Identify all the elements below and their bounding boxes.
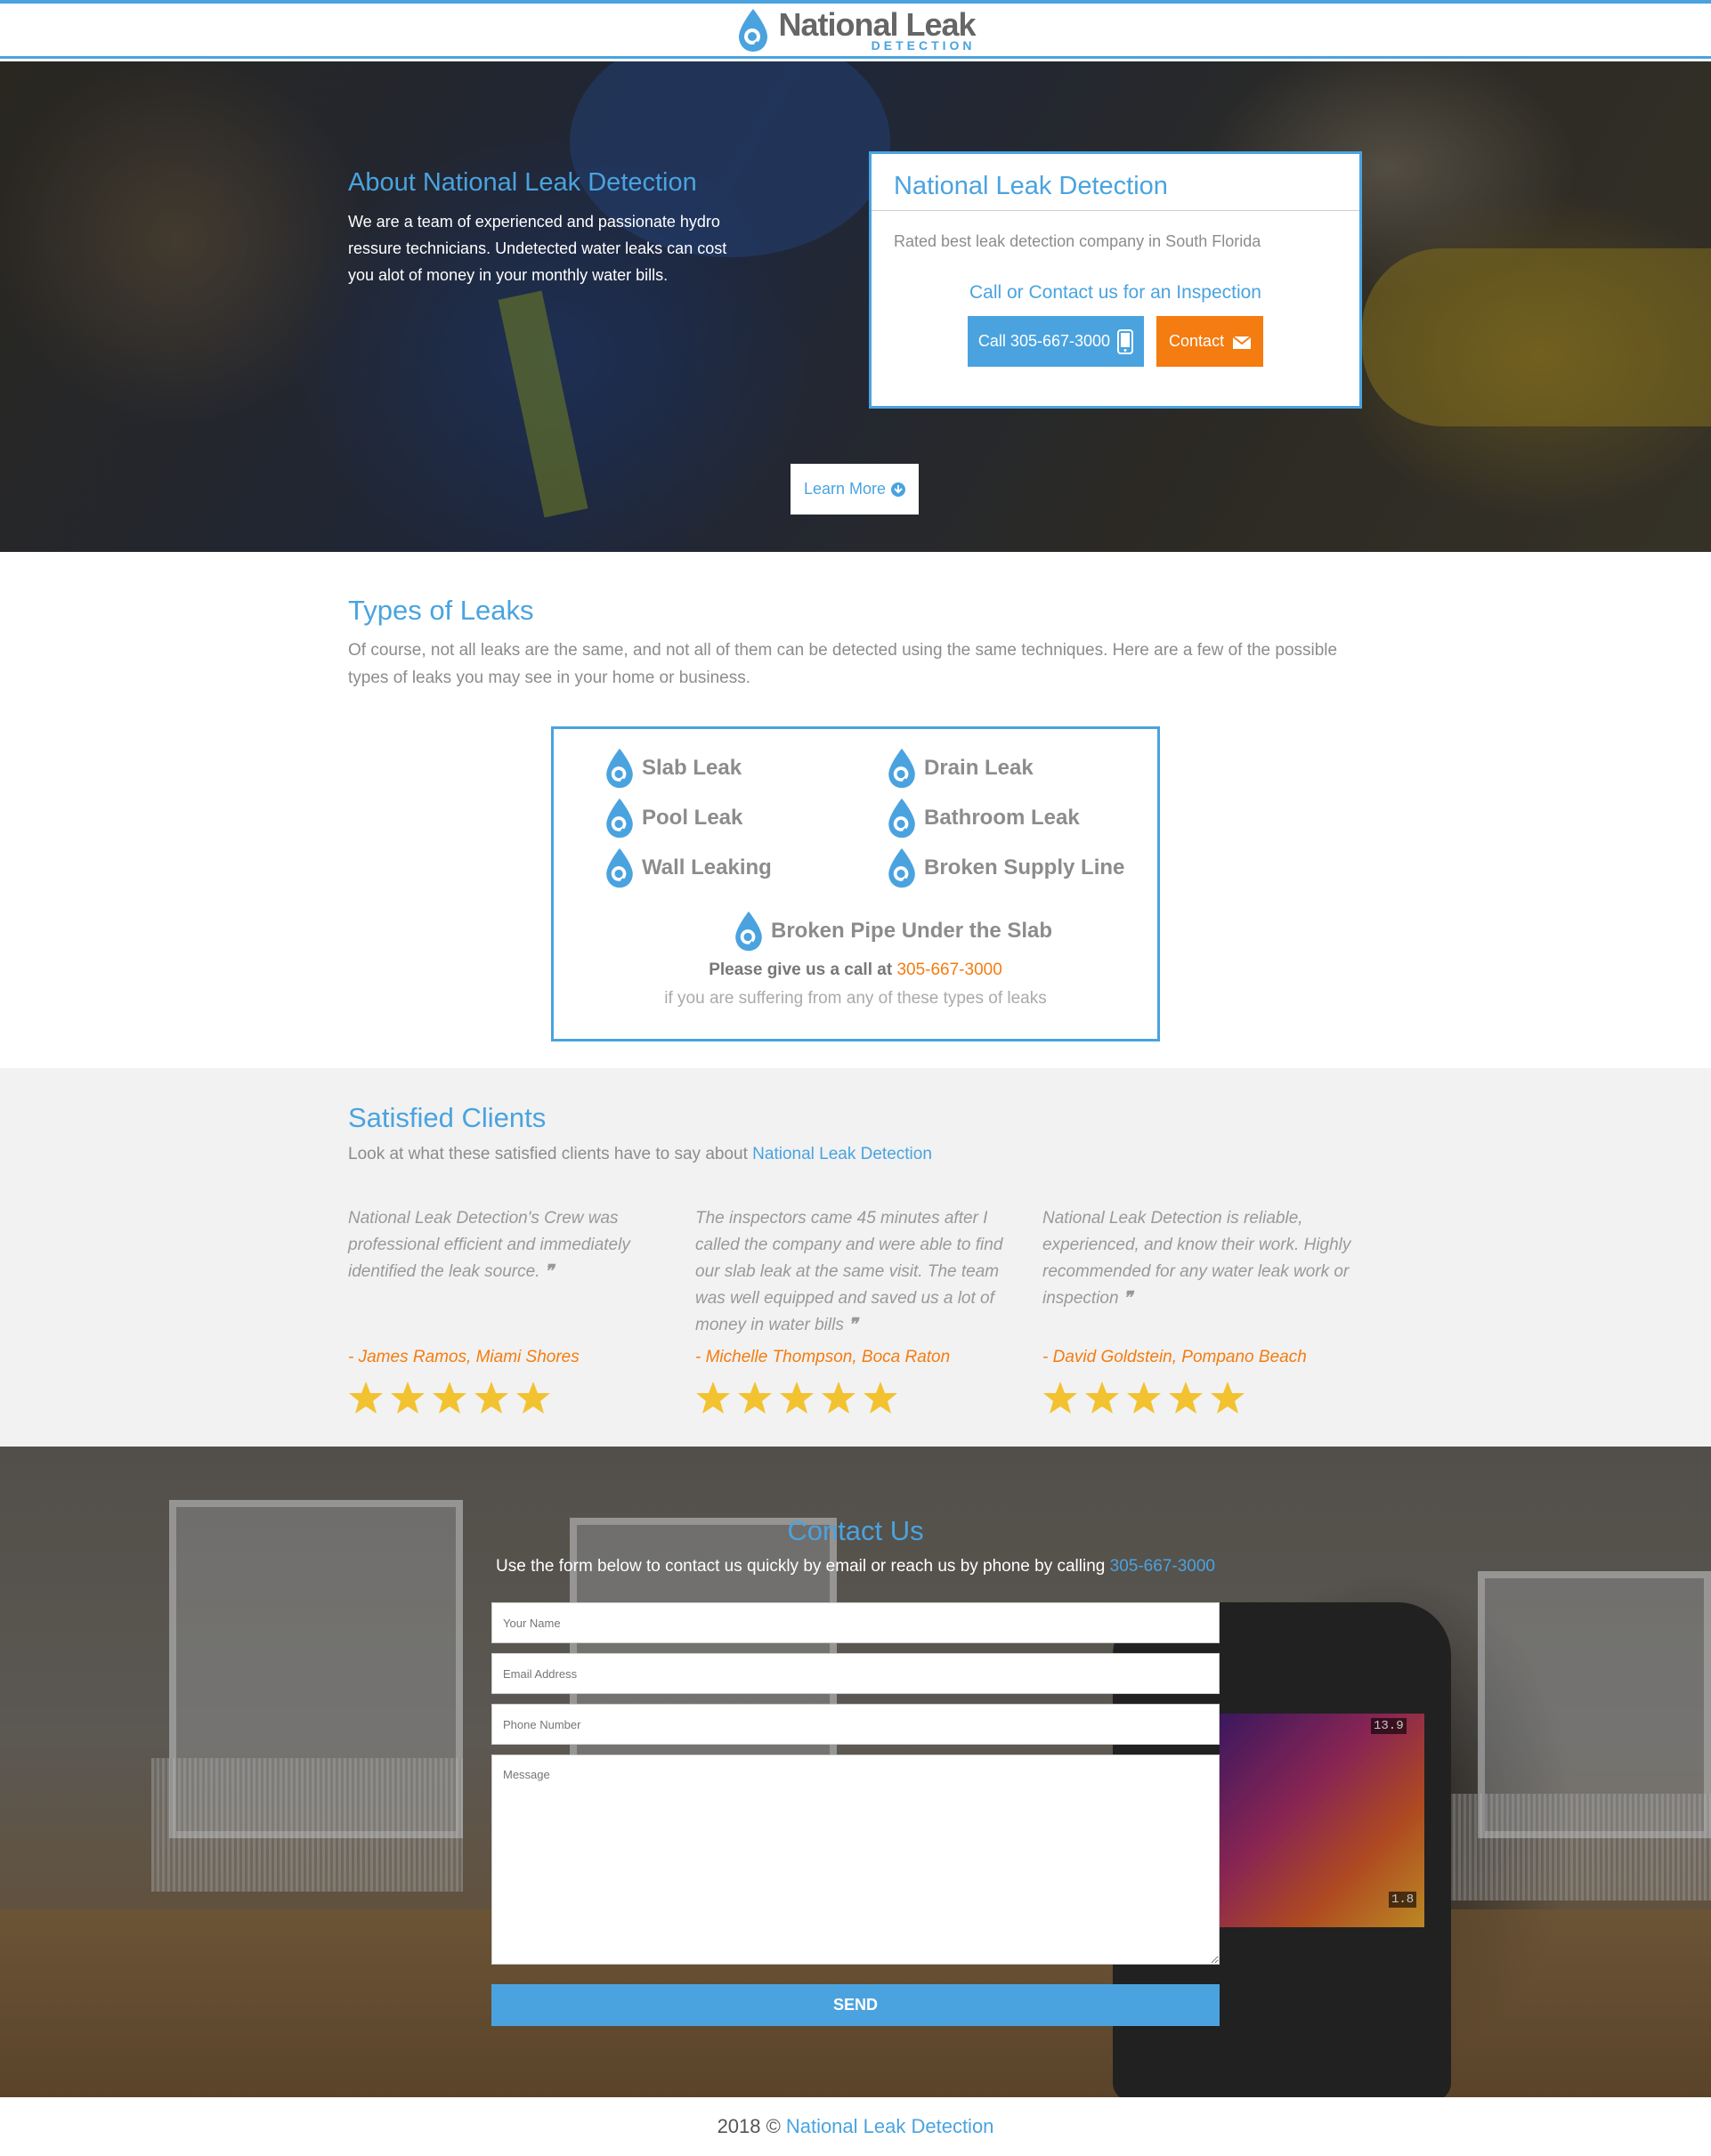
logo-sub-text: DETECTION [871, 37, 976, 53]
review-author: - David Goldstein, Pompano Beach [1042, 1348, 1307, 1366]
review-text: National Leak Detection is reliable, exp… [1042, 1209, 1351, 1308]
drop-magnifier-icon [603, 847, 637, 889]
email-field[interactable] [491, 1653, 1220, 1694]
call-button[interactable]: Call 305-667-3000 [967, 316, 1145, 367]
star-icon [1084, 1380, 1120, 1415]
about-title: About National Leak Detection [348, 168, 697, 197]
review-author: - Michelle Thompson, Boca Raton [695, 1348, 951, 1366]
send-button[interactable]: SEND [491, 1984, 1220, 2026]
cta-title: National Leak Detection [872, 154, 1359, 211]
types-sub-text: if you are suffering from any of these t… [664, 989, 1047, 1008]
arrow-down-circle-icon [891, 482, 906, 497]
quote-icon: ❞ [544, 1262, 554, 1281]
about-block: About National Leak Detection We are a t… [348, 168, 749, 288]
cta-rated-text: Rated best leak detection company in Sou… [894, 232, 1261, 250]
review-author: - James Ramos, Miami Shores [348, 1348, 580, 1366]
hero-section: About National Leak Detection We are a t… [0, 61, 1711, 552]
types-call-line: Please give us a call at 305-667-3000 [709, 960, 1002, 979]
drop-magnifier-icon [735, 7, 771, 53]
leak-item: Pool Leak [603, 797, 742, 839]
star-icon [515, 1380, 551, 1415]
quote-icon: ❞ [1123, 1289, 1133, 1308]
clients-title: Satisfied Clients [348, 1102, 547, 1133]
star-icon [1126, 1380, 1162, 1415]
phone-field[interactable] [491, 1704, 1220, 1745]
leak-item: Broken Pipe Under the Slab [732, 910, 1052, 952]
star-icon [695, 1380, 731, 1415]
star-icon [1210, 1380, 1245, 1415]
leak-item: Slab Leak [603, 747, 742, 790]
drop-magnifier-icon [603, 747, 637, 790]
site-footer: 2018 © National Leak Detection [0, 2097, 1711, 2156]
types-phone-link[interactable]: 305-667-3000 [896, 960, 1001, 979]
message-field[interactable] [491, 1755, 1220, 1965]
star-rating [695, 1380, 1016, 1415]
types-title: Types of Leaks [348, 595, 534, 626]
clients-subtitle: Look at what these satisfied clients hav… [348, 1145, 932, 1163]
leak-item: Bathroom Leak [885, 797, 1080, 839]
leak-item: Broken Supply Line [885, 847, 1124, 889]
call-button-label: Call 305-667-3000 [977, 332, 1111, 350]
types-description: Of course, not all leaks are the same, a… [348, 641, 1338, 687]
site-header: National Leak DETECTION [0, 4, 1711, 59]
star-icon [821, 1380, 856, 1415]
leak-item: Drain Leak [885, 747, 1034, 790]
review-card: The inspectors came 45 minutes after I c… [695, 1205, 1016, 1415]
review-card: National Leak Detection is reliable, exp… [1042, 1205, 1363, 1415]
review-text: National Leak Detection's Crew was profe… [348, 1209, 630, 1281]
drop-magnifier-icon [603, 797, 637, 839]
star-icon [390, 1380, 426, 1415]
star-icon [1168, 1380, 1204, 1415]
logo[interactable]: National Leak DETECTION [735, 5, 977, 53]
cta-box: National Leak Detection Rated best leak … [869, 151, 1362, 409]
types-box: Slab Leak Drain Leak Pool Leak Bathroom … [551, 726, 1160, 1042]
quote-icon: ❞ [848, 1316, 858, 1334]
star-rating [348, 1380, 669, 1415]
clients-section: Satisfied Clients Look at what these sat… [0, 1068, 1711, 1447]
star-icon [348, 1380, 384, 1415]
review-card: National Leak Detection's Crew was profe… [348, 1205, 669, 1415]
star-rating [1042, 1380, 1363, 1415]
contact-button-label: Contact [1169, 332, 1225, 350]
learn-more-label: Learn More [803, 480, 887, 498]
star-icon [863, 1380, 898, 1415]
mobile-phone-icon [1117, 328, 1134, 354]
footer-brand-link[interactable]: National Leak Detection [786, 2115, 994, 2138]
drop-magnifier-icon [885, 797, 919, 839]
footer-year: 2018 © [717, 2115, 781, 2137]
cta-call-text: Call or Contact us for an Inspection [969, 282, 1261, 303]
star-icon [432, 1380, 467, 1415]
drop-magnifier-icon [885, 847, 919, 889]
clients-brand-link[interactable]: National Leak Detection [752, 1145, 932, 1163]
review-text: The inspectors came 45 minutes after I c… [695, 1209, 1003, 1334]
envelope-icon [1233, 335, 1252, 349]
contact-title: Contact Us [787, 1515, 924, 1546]
name-field[interactable] [491, 1602, 1220, 1643]
learn-more-button[interactable]: Learn More [791, 464, 919, 515]
contact-subtitle: Use the form below to contact us quickly… [496, 1557, 1215, 1576]
drop-magnifier-icon [732, 910, 766, 952]
star-icon [737, 1380, 773, 1415]
star-icon [474, 1380, 509, 1415]
contact-phone-link[interactable]: 305-667-3000 [1110, 1557, 1215, 1576]
drop-magnifier-icon [885, 747, 919, 790]
logo-main-text: National Leak [778, 5, 976, 43]
star-icon [779, 1380, 815, 1415]
star-icon [1042, 1380, 1078, 1415]
contact-button[interactable]: Contact [1156, 316, 1264, 367]
about-text: We are a team of experienced and passion… [348, 213, 727, 284]
leak-item: Wall Leaking [603, 847, 772, 889]
